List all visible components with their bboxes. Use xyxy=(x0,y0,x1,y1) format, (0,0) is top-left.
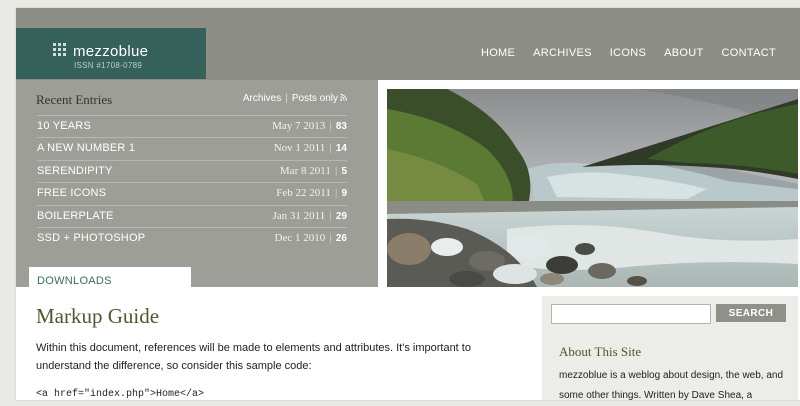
nav-home[interactable]: HOME xyxy=(481,47,515,59)
list-item[interactable]: 10 YEARS May 7 2013 | 83 xyxy=(37,115,347,137)
entry-title[interactable]: SERENDIPITY xyxy=(37,165,113,177)
nav-icons[interactable]: ICONS xyxy=(610,47,646,59)
recent-entries-links: Archives | Posts only xyxy=(243,93,347,104)
site-header: mezzoblue ISSN #1708-0789 HOME ARCHIVES … xyxy=(16,8,800,80)
entry-title[interactable]: A NEW NUMBER 1 xyxy=(37,142,135,154)
entry-meta: May 7 2013 | 83 xyxy=(272,120,347,132)
recent-entries-title: Recent Entries xyxy=(36,92,113,107)
nav-about[interactable]: ABOUT xyxy=(664,47,703,59)
list-item[interactable]: A NEW NUMBER 1 Nov 1 2011 | 14 xyxy=(37,137,347,159)
entry-meta: Jan 31 2011 | 29 xyxy=(272,209,348,222)
hero-photo xyxy=(387,89,798,287)
search-button[interactable]: SEARCH xyxy=(716,304,786,322)
entry-title[interactable]: BOILERPLATE xyxy=(37,210,114,222)
downloads-tab[interactable]: DOWNLOADS xyxy=(29,267,191,288)
entry-date: Nov 1 2011 xyxy=(273,142,326,155)
comment-count[interactable]: 9 xyxy=(341,188,347,199)
downloads-tab-label: DOWNLOADS xyxy=(37,275,112,287)
entry-title[interactable]: SSD + PHOTOSHOP xyxy=(37,232,145,244)
comment-count[interactable]: 83 xyxy=(336,121,347,132)
nav-archives[interactable]: ARCHIVES xyxy=(533,47,592,59)
glacier-landscape-image xyxy=(387,89,798,287)
rss-icon[interactable] xyxy=(340,94,347,101)
main-nav: HOME ARCHIVES ICONS ABOUT CONTACT xyxy=(463,47,776,59)
comment-count[interactable]: 29 xyxy=(336,211,347,222)
entry-date: Jan 31 2011 xyxy=(272,209,326,222)
entry-date: Mar 8 2011 xyxy=(279,164,331,177)
logo-name: mezzoblue xyxy=(73,43,149,60)
list-item[interactable]: BOILERPLATE Jan 31 2011 | 29 xyxy=(37,204,348,227)
logo-issn: ISSN #1708-0789 xyxy=(74,61,143,70)
logo-dots-icon xyxy=(53,43,67,57)
code-sample: <a href="index.php">Home</a> xyxy=(36,389,205,400)
list-item[interactable]: SSD + PHOTOSHOP Dec 1 2010 | 26 xyxy=(37,226,347,249)
entry-date: Dec 1 2010 xyxy=(274,231,326,244)
article: Markup Guide Within this document, refer… xyxy=(36,304,506,400)
recent-entries-header: Recent Entries Archives | Posts only xyxy=(36,92,347,107)
article-body: Within this document, references will be… xyxy=(36,342,471,372)
site-logo[interactable]: mezzoblue ISSN #1708-0789 xyxy=(16,28,206,79)
comment-count[interactable]: 14 xyxy=(336,143,347,154)
entry-meta: Nov 1 2011 | 14 xyxy=(273,142,347,155)
posts-only-link[interactable]: Posts only xyxy=(292,93,338,104)
list-item[interactable]: FREE ICONS Feb 22 2011 | 9 xyxy=(37,182,347,204)
search-input[interactable] xyxy=(551,304,711,324)
comment-count[interactable]: 5 xyxy=(341,166,347,177)
entry-title[interactable]: FREE ICONS xyxy=(37,187,106,199)
sidebar: SEARCH About This Site mezzoblue is a we… xyxy=(542,296,798,401)
comment-count[interactable]: 26 xyxy=(336,233,347,244)
entry-title[interactable]: 10 YEARS xyxy=(37,120,91,132)
entry-date: May 7 2013 xyxy=(272,120,326,132)
entry-meta: Feb 22 2011 | 9 xyxy=(276,187,347,200)
entry-date: Feb 22 2011 xyxy=(276,187,331,200)
entry-meta: Mar 8 2011 | 5 xyxy=(279,164,347,177)
about-text: mezzoblue is a weblog about design, the … xyxy=(559,370,784,401)
archives-link[interactable]: Archives xyxy=(243,93,281,104)
recent-entries-list: 10 YEARS May 7 2013 | 83 A NEW NUMBER 1 No… xyxy=(37,115,347,249)
about-title: About This Site xyxy=(559,344,642,359)
entry-meta: Dec 1 2010 | 26 xyxy=(274,231,347,244)
list-item[interactable]: SERENDIPITY Mar 8 2011 | 5 xyxy=(37,159,347,182)
nav-contact[interactable]: CONTACT xyxy=(722,47,776,59)
recent-entries-panel: Recent Entries Archives | Posts only 10 YE… xyxy=(16,80,378,287)
page-title: Markup Guide xyxy=(36,304,160,328)
